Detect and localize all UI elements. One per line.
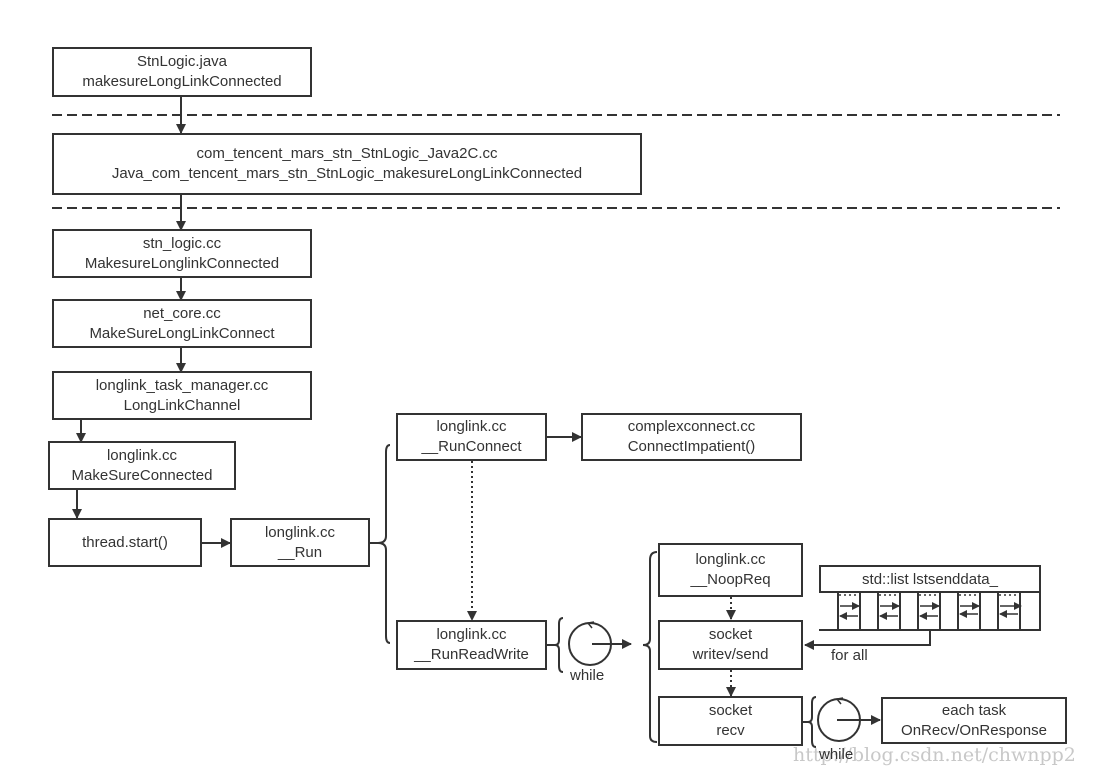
node-func: makesureLongLinkConnected xyxy=(82,73,282,90)
while-label-recv: while xyxy=(819,746,854,763)
node-run: longlink.cc __Run xyxy=(230,518,370,567)
flow-diagram: StnLogic.java makesureLongLinkConnected … xyxy=(0,0,1097,778)
node-socket-recv: socket recv xyxy=(658,696,803,746)
node-file: longlink.cc xyxy=(436,418,507,435)
brace-run xyxy=(377,444,391,644)
node-file: longlink.cc xyxy=(106,446,178,464)
node-file: complexconnect.cc xyxy=(627,418,756,435)
node-file: stn_logic.cc xyxy=(142,234,222,252)
list-links xyxy=(839,594,1022,631)
node-run-connect: longlink.cc __RunConnect xyxy=(396,413,547,461)
node-func: __RunReadWrite xyxy=(414,646,529,663)
node-file: longlink_task_manager.cc xyxy=(95,376,269,394)
node-noop-req: longlink.cc __NoopReq xyxy=(658,543,803,597)
node-file: StnLogic.java xyxy=(136,53,228,70)
node-longlink-task-manager: longlink_task_manager.cc LongLinkChannel xyxy=(52,371,312,420)
for-all-label: for all xyxy=(831,647,868,664)
node-func: recv xyxy=(716,722,745,739)
node-func: OnRecv/OnResponse xyxy=(901,721,1047,739)
node-func: writev/send xyxy=(692,646,769,663)
node-each-task: each task OnRecv/OnResponse xyxy=(881,697,1067,744)
node-func: __NoopReq xyxy=(690,571,771,588)
node-file: longlink.cc xyxy=(695,551,766,568)
node-file: socket xyxy=(708,626,753,643)
node-file: net_core.cc xyxy=(143,304,221,322)
node-stn-logic: stn_logic.cc MakesureLonglinkConnected xyxy=(52,229,312,278)
node-socket-send: socket writev/send xyxy=(658,620,803,670)
node-file: socket xyxy=(708,702,753,719)
node-func: MakesureLonglinkConnected xyxy=(84,254,280,272)
node-jni-java2c: com_tencent_mars_stn_StnLogic_Java2C.cc … xyxy=(52,133,642,195)
node-func: Java_com_tencent_mars_stn_StnLogic_makes… xyxy=(111,165,583,182)
node-make-sure-connected: longlink.cc MakeSureConnected xyxy=(48,441,236,490)
node-func: LongLinkChannel xyxy=(123,396,241,414)
node-func: MakeSureLongLinkConnect xyxy=(89,324,275,342)
node-run-read-write: longlink.cc __RunReadWrite xyxy=(396,620,547,670)
node-java-stnlogic: StnLogic.java makesureLongLinkConnected xyxy=(52,47,312,97)
node-thread-start: thread.start() xyxy=(48,518,202,567)
node-file: each task xyxy=(941,701,1007,719)
node-file: com_tencent_mars_stn_StnLogic_Java2C.cc xyxy=(196,145,498,162)
while-label: while xyxy=(570,667,605,684)
brace-recv xyxy=(807,696,817,748)
node-func: ConnectImpatient() xyxy=(627,438,756,455)
node-net-core: net_core.cc MakeSureLongLinkConnect xyxy=(52,299,312,348)
node-func: __Run xyxy=(277,543,323,561)
brace-runreadwrite xyxy=(554,617,564,673)
brace-readwrite-steps xyxy=(642,551,658,743)
node-file: longlink.cc xyxy=(436,626,507,643)
node-func: __RunConnect xyxy=(421,438,522,455)
node-complex-connect: complexconnect.cc ConnectImpatient() xyxy=(581,413,802,461)
send-data-list: std::list lstsenddata_ xyxy=(819,565,1041,631)
node-file: longlink.cc xyxy=(264,523,336,541)
node-func: MakeSureConnected xyxy=(71,466,213,484)
node-label: thread.start() xyxy=(82,533,168,551)
